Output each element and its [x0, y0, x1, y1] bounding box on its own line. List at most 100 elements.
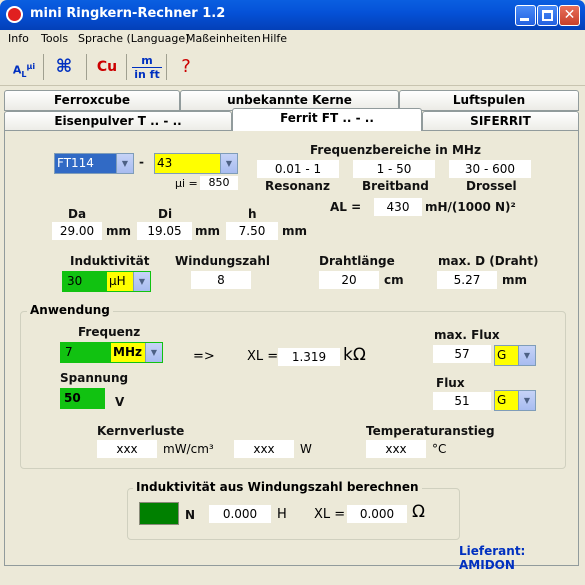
toolbar: ALµi ⌘ Cu m in ft ?	[0, 48, 585, 86]
menu-tools[interactable]: Tools	[41, 32, 68, 45]
toolbar-separator	[166, 54, 167, 80]
menu-bar: Info Tools Sprache (Language) Maßeinheit…	[0, 30, 585, 48]
flux-unit-select[interactable]: G ▼	[494, 390, 536, 411]
toolbar-separator	[43, 54, 44, 80]
breitband-label: Breitband	[362, 179, 429, 193]
max-d-label: max. D (Draht)	[438, 254, 539, 268]
di-label: Di	[158, 207, 173, 221]
arrow-text: =>	[193, 349, 215, 364]
temp-rise-unit: °C	[432, 442, 447, 456]
coil-icon[interactable]: ⌘	[50, 52, 78, 82]
freq-range-breitband: 1 - 50	[353, 160, 435, 178]
mui-value: 850	[200, 176, 238, 190]
chevron-down-icon[interactable]: ▼	[518, 391, 535, 410]
h-unit: mm	[282, 224, 308, 238]
max-d-unit: mm	[502, 273, 528, 287]
core-loss-label: Kernverluste	[97, 424, 185, 438]
calc-xl-value: 0.000	[347, 505, 407, 523]
core-material-select[interactable]: 43 ▼	[154, 153, 238, 174]
resonanz-label: Resonanz	[265, 179, 330, 193]
frequency-unit[interactable]: MHz	[111, 343, 146, 362]
n-label: N	[185, 508, 196, 522]
units-icon[interactable]: m in ft	[132, 52, 162, 82]
freq-range-drossel: 30 - 600	[449, 160, 531, 178]
core-loss-unit: mW/cm³	[163, 442, 214, 456]
tab-ferroxcube[interactable]: Ferroxcube	[4, 90, 180, 111]
calc-inductance-value: 0.000	[209, 505, 271, 523]
tab-luftspulen[interactable]: Luftspulen	[399, 90, 579, 111]
separator-dash: -	[139, 155, 144, 169]
frequency-input[interactable]: 7 MHz ▼	[60, 342, 163, 363]
flux-value: 51	[433, 392, 491, 410]
windings-value: 8	[191, 271, 251, 289]
drossel-label: Drossel	[466, 179, 517, 193]
flux-label: Flux	[436, 376, 465, 390]
menu-info[interactable]: Info	[8, 32, 29, 45]
max-d-value: 5.27	[437, 271, 497, 289]
title-bar: mini Ringkern-Rechner 1.2 ✕	[0, 0, 585, 30]
calc-xl-label: XL =	[314, 507, 346, 522]
wire-length-unit: cm	[384, 273, 404, 287]
temp-rise-label: Temperaturanstieg	[366, 424, 495, 438]
da-value: 29.00	[52, 222, 102, 240]
calc-xl-unit: Ω	[412, 502, 425, 522]
chevron-down-icon[interactable]: ▼	[220, 154, 237, 173]
tab-ferrit[interactable]: Ferrit FT .. - ..	[232, 108, 422, 131]
inductance-input[interactable]: 30 µH ▼	[62, 271, 151, 292]
application-title: Anwendung	[27, 303, 113, 317]
di-value: 19.05	[137, 222, 192, 240]
frequency-label: Frequenz	[78, 325, 141, 339]
wire-length-label: Drahtlänge	[319, 254, 395, 268]
close-button[interactable]: ✕	[559, 5, 580, 26]
loss-watts-value: xxx	[234, 440, 294, 458]
di-unit: mm	[195, 224, 221, 238]
chevron-down-icon[interactable]: ▼	[145, 343, 162, 362]
voltage-input[interactable]: 50	[60, 388, 105, 409]
max-flux-unit-select[interactable]: G ▼	[494, 345, 536, 366]
voltage-label: Spannung	[60, 371, 129, 385]
copper-wire-icon[interactable]: Cu	[93, 52, 121, 82]
windings-input[interactable]	[139, 502, 179, 525]
chevron-down-icon[interactable]: ▼	[518, 346, 535, 365]
supplier-label: Lieferant: AMIDON	[459, 544, 526, 572]
menu-units[interactable]: Maßeinheiten	[186, 32, 261, 45]
freq-ranges-title: Frequenzbereiche in MHz	[310, 143, 481, 157]
h-value: 7.50	[226, 222, 278, 240]
core-loss-value: xxx	[97, 440, 157, 458]
voltage-unit: V	[115, 395, 125, 409]
freq-range-resonanz: 0.01 - 1	[257, 160, 339, 178]
core-type-select[interactable]: FT114 ▼	[54, 153, 134, 174]
wire-length-value: 20	[319, 271, 379, 289]
mui-label: µi =	[175, 177, 198, 190]
loss-watts-unit: W	[300, 442, 312, 456]
menu-help[interactable]: Hilfe	[262, 32, 287, 45]
xl-value: 1.319	[278, 348, 340, 366]
max-flux-label: max. Flux	[434, 328, 500, 342]
calc-inductance-unit: H	[277, 507, 287, 522]
maximize-button[interactable]	[537, 5, 558, 26]
minimize-button[interactable]	[515, 5, 536, 26]
menu-language[interactable]: Sprache (Language)	[78, 32, 189, 45]
tab-eisenpulver[interactable]: Eisenpulver T .. - ..	[4, 111, 232, 132]
inductance-unit[interactable]: µH	[107, 272, 134, 291]
xl-unit: kΩ	[343, 345, 366, 365]
al-mui-icon[interactable]: ALµi	[10, 52, 38, 82]
app-icon	[6, 6, 23, 23]
al-label: AL =	[330, 200, 362, 214]
toolbar-separator	[86, 54, 87, 80]
windings-label: Windungszahl	[175, 254, 271, 268]
al-value: 430	[374, 198, 422, 216]
chevron-down-icon[interactable]: ▼	[116, 154, 133, 173]
al-unit: mH/(1000 N)²	[425, 200, 516, 214]
chevron-down-icon[interactable]: ▼	[133, 272, 150, 291]
h-label: h	[248, 207, 257, 221]
max-flux-value: 57	[433, 345, 491, 363]
da-label: Da	[68, 207, 87, 221]
tab-siferrit[interactable]: SIFERRIT	[422, 111, 579, 132]
temp-rise-value: xxx	[366, 440, 426, 458]
help-icon[interactable]: ?	[172, 52, 200, 82]
inductance-label: Induktivität	[70, 254, 150, 268]
xl-label: XL =	[247, 349, 279, 364]
toolbar-separator	[126, 54, 127, 80]
calc-title: Induktivität aus Windungszahl berechnen	[133, 480, 422, 494]
